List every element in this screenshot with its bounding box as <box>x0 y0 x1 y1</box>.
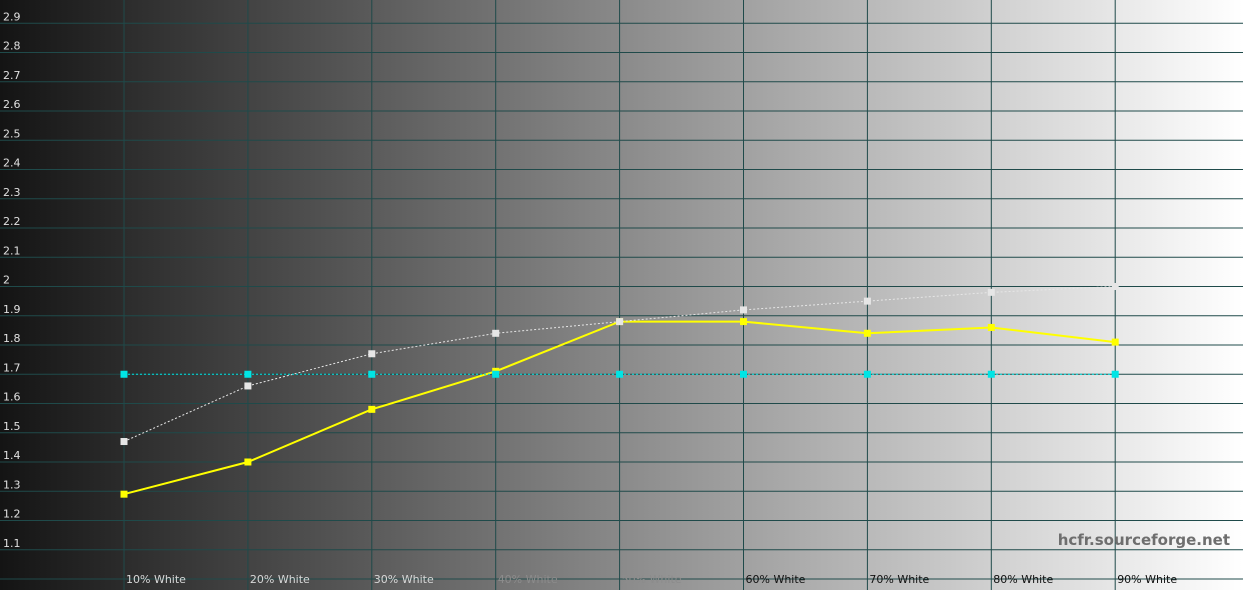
y-tick-label: 1.5 <box>3 420 21 433</box>
x-tick-label: 60% White <box>746 573 806 586</box>
series-point <box>492 370 500 378</box>
x-tick-label: 90% White <box>1117 573 1177 586</box>
series-point <box>368 405 376 413</box>
y-tick-label: 2.3 <box>3 186 21 199</box>
series-point <box>616 370 624 378</box>
series-point <box>863 329 871 337</box>
y-tick-label: 1.3 <box>3 478 21 491</box>
series-point <box>244 382 252 390</box>
x-tick-label: 80% White <box>993 573 1053 586</box>
series-point <box>120 438 128 446</box>
background-band <box>247 0 372 590</box>
series-point <box>1111 370 1119 378</box>
x-axis-ticks: 10% White 20% White 30% White 40% White 50% … <box>126 573 1177 586</box>
x-tick-label: 10% White <box>126 573 186 586</box>
y-tick-label: 2.5 <box>3 127 21 140</box>
y-tick-label: 2.7 <box>3 69 21 82</box>
background-bands <box>0 0 1243 590</box>
series-point <box>740 318 747 326</box>
series-point <box>987 370 995 378</box>
series-point <box>1111 338 1119 346</box>
x-tick-label: 70% White <box>869 573 929 586</box>
y-tick-label: 2.1 <box>3 244 21 257</box>
series-point <box>987 323 995 331</box>
background-band <box>743 0 868 590</box>
y-tick-label: 2 <box>3 274 10 287</box>
background-band <box>867 0 992 590</box>
series-point <box>987 288 995 296</box>
background-band <box>619 0 744 590</box>
y-tick-label: 2.8 <box>3 40 21 53</box>
watermark: hcfr.sourceforge.net <box>1058 531 1230 549</box>
series-point <box>740 370 747 378</box>
gamma-chart: 1.1 1.2 1.3 1.4 1.5 1.6 1.7 1.8 1.9 2 2.1 2.2 2.3 2.4… <box>0 0 1243 590</box>
background-band <box>371 0 496 590</box>
y-tick-label: 2.4 <box>3 157 21 170</box>
series-point <box>863 297 871 305</box>
x-tick-label: 50% White <box>622 573 682 586</box>
background-band <box>1115 0 1243 590</box>
series-point <box>1111 283 1119 290</box>
y-tick-label: 1.9 <box>3 303 21 316</box>
y-tick-label: 1.1 <box>3 537 21 550</box>
series-point <box>244 458 252 466</box>
background-band <box>124 0 248 590</box>
y-tick-label: 1.6 <box>3 391 21 404</box>
y-tick-label: 1.8 <box>3 332 21 345</box>
background-band <box>0 0 124 590</box>
chart-svg: 1.1 1.2 1.3 1.4 1.5 1.6 1.7 1.8 1.9 2 2.1 2.2 2.3 2.4… <box>0 0 1243 590</box>
x-tick-label: 20% White <box>250 573 310 586</box>
y-tick-label: 2.2 <box>3 215 21 228</box>
background-band <box>495 0 620 590</box>
x-tick-label: 40% White <box>498 573 558 586</box>
y-tick-label: 1.4 <box>3 449 21 462</box>
y-tick-label: 2.9 <box>3 10 21 23</box>
y-tick-label: 1.7 <box>3 361 21 374</box>
background-band <box>991 0 1116 590</box>
series-point <box>120 490 128 498</box>
series-point <box>616 318 624 326</box>
series-point <box>120 370 128 378</box>
series-point <box>740 306 747 314</box>
series-point <box>244 370 252 378</box>
series-point <box>368 370 376 378</box>
series-point <box>492 329 500 337</box>
series-point <box>368 350 376 358</box>
x-tick-label: 30% White <box>374 573 434 586</box>
series-point <box>863 370 871 378</box>
y-tick-label: 2.6 <box>3 98 21 111</box>
y-tick-label: 1.2 <box>3 508 21 521</box>
